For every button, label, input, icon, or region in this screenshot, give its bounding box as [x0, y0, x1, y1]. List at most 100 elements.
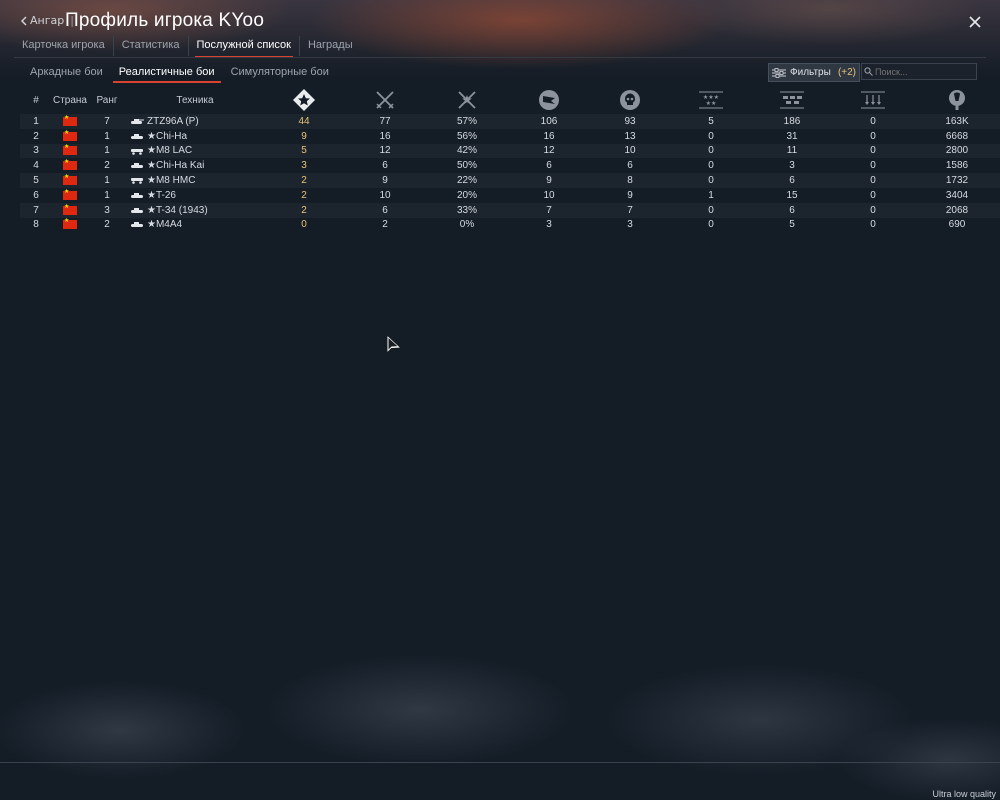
row-activity: 2068 — [914, 203, 1000, 218]
table-row[interactable]: 1 7 ZTZ96A (P) 44 77 57% 106 93 5 186 0 … — [20, 114, 1000, 129]
table-row[interactable]: 7 3 ★T-34 (1943) 2 6 33% 7 7 0 6 0 2068 — [20, 203, 1000, 218]
page-title: Профиль игрока KYoo — [65, 10, 265, 31]
row-ground-kills: 6 — [752, 203, 832, 218]
row-respawns: 106 — [508, 114, 590, 129]
search-box[interactable] — [861, 63, 977, 80]
col-vehicle[interactable]: Техника — [126, 86, 264, 114]
row-vehicle: ★M8 HMC — [126, 173, 264, 188]
search-icon — [864, 67, 873, 76]
footer-divider — [0, 762, 1000, 763]
china-flag-icon — [63, 203, 77, 215]
row-country — [52, 158, 88, 173]
row-naval-kills: 0 — [832, 203, 914, 218]
row-battles: 12 — [344, 144, 426, 159]
row-activity: 1586 — [945, 160, 969, 172]
filters-button[interactable]: Фильтры (+2) — [768, 63, 860, 82]
col-deaths[interactable] — [590, 86, 670, 114]
col-activity[interactable] — [914, 86, 1000, 114]
col-victories[interactable] — [264, 86, 344, 114]
row-deaths: 93 — [590, 114, 670, 129]
col-country[interactable]: Страна — [52, 86, 88, 114]
row-num: 8 — [33, 219, 39, 231]
search-input[interactable] — [873, 66, 973, 77]
row-activity: 1732 — [914, 173, 1000, 188]
main-tabs: Карточка игрока Статистика Послужной спи… — [14, 36, 361, 58]
row-air-kills: 0 — [670, 173, 752, 188]
row-victories: 2 — [264, 173, 344, 188]
row-respawns: 3 — [546, 219, 552, 231]
skull-icon — [620, 90, 640, 110]
table-row[interactable]: 4 2 ★Chi-Ha Kai 3 6 50% 6 6 0 3 0 1586 — [20, 158, 1000, 173]
row-num: 6 — [33, 189, 39, 201]
col-air-kills[interactable]: ★★★ ★★ — [670, 86, 752, 114]
china-flag-icon — [63, 173, 77, 185]
tab-arcade-battles[interactable]: Аркадные бои — [22, 64, 111, 80]
row-vehicle-name: Chi-Ha — [155, 130, 188, 142]
row-air-kills: 0 — [708, 160, 714, 172]
row-vehicle: ZTZ96A (P) — [126, 114, 264, 129]
row-victories: 44 — [264, 114, 344, 129]
col-rank[interactable]: Ранг — [88, 86, 126, 114]
tab-statistics[interactable]: Статистика — [114, 36, 189, 56]
row-air-kills: 0 — [670, 203, 752, 218]
row-naval-kills: 0 — [832, 114, 914, 129]
row-country — [52, 114, 88, 129]
table-row[interactable]: 3 1 ★M8 LAC 5 12 42% 12 10 0 11 0 2800 — [20, 143, 1000, 159]
china-flag-icon — [63, 217, 77, 230]
row-battles: 6 — [344, 203, 426, 218]
col-battles[interactable] — [344, 86, 426, 114]
table-row[interactable]: 2 1 ★Chi-Ha 9 16 56% 16 13 0 31 0 6668 — [20, 129, 1000, 144]
quality-label: Ultra low quality — [932, 789, 996, 799]
col-naval-kills[interactable] — [832, 86, 914, 114]
row-respawns: 6 — [546, 160, 552, 172]
mbt-icon — [131, 118, 144, 124]
col-respawns[interactable] — [508, 86, 590, 114]
row-num: 7 — [20, 203, 52, 218]
row-victories: 0 — [301, 219, 307, 231]
row-country — [52, 129, 88, 144]
row-vehicle: ★T-26 — [126, 188, 264, 203]
row-vehicle: ★Chi-Ha Kai — [126, 158, 264, 173]
col-win-rate[interactable] — [426, 86, 508, 114]
row-num: 4 — [33, 160, 39, 172]
row-winrate: 50% — [456, 160, 477, 172]
medium-tank-icon — [131, 222, 143, 228]
row-battles: 16 — [379, 130, 391, 142]
row-rank: 1 — [88, 173, 126, 188]
row-num: 1 — [20, 114, 52, 129]
china-flag-icon — [63, 188, 77, 200]
row-air-kills: 0 — [670, 144, 752, 159]
row-victories: 2 — [301, 189, 307, 201]
close-button[interactable] — [966, 13, 984, 31]
row-winrate: 33% — [426, 203, 508, 218]
row-naval-kills: 0 — [832, 173, 914, 188]
tab-realistic-battles[interactable]: Реалистичные бои — [111, 64, 223, 83]
row-air-kills: 5 — [670, 114, 752, 129]
row-num: 5 — [20, 173, 52, 188]
row-vehicle-name: ZTZ96A (P) — [147, 115, 199, 127]
tab-player-card[interactable]: Карточка игрока — [14, 36, 114, 56]
tab-service-record[interactable]: Послужной список — [189, 36, 300, 58]
table-row[interactable]: 6 1 ★T-26 2 10 20% 10 9 1 15 0 3404 — [20, 188, 1000, 203]
row-respawns: 12 — [508, 144, 590, 159]
row-ground-kills: 5 — [789, 219, 795, 231]
row-winrate: 22% — [426, 173, 508, 188]
row-naval-kills: 0 — [870, 189, 876, 201]
row-country — [52, 188, 88, 203]
row-num: 3 — [20, 144, 52, 159]
row-rank: 1 — [104, 189, 110, 201]
china-flag-icon — [63, 114, 77, 126]
table-row[interactable]: 8 2 ★M4A4 0 2 0% 3 3 0 5 0 690 — [20, 217, 1000, 233]
svg-text:★★: ★★ — [706, 100, 717, 107]
row-winrate: 0% — [459, 219, 475, 231]
col-num[interactable]: # — [20, 86, 52, 114]
row-vehicle-name: T-34 (1943) — [155, 204, 208, 216]
table-row[interactable]: 5 1 ★M8 HMC 2 9 22% 9 8 0 6 0 1732 — [20, 173, 1000, 188]
col-ground-kills[interactable] — [752, 86, 832, 114]
row-respawns: 16 — [543, 130, 555, 142]
captured-star-icon: ★ — [147, 175, 156, 187]
tab-awards[interactable]: Награды — [300, 36, 361, 56]
light-tank-icon — [131, 133, 143, 139]
naval-kills-icon — [861, 91, 885, 109]
tab-simulator-battles[interactable]: Симуляторные бои — [223, 64, 337, 80]
